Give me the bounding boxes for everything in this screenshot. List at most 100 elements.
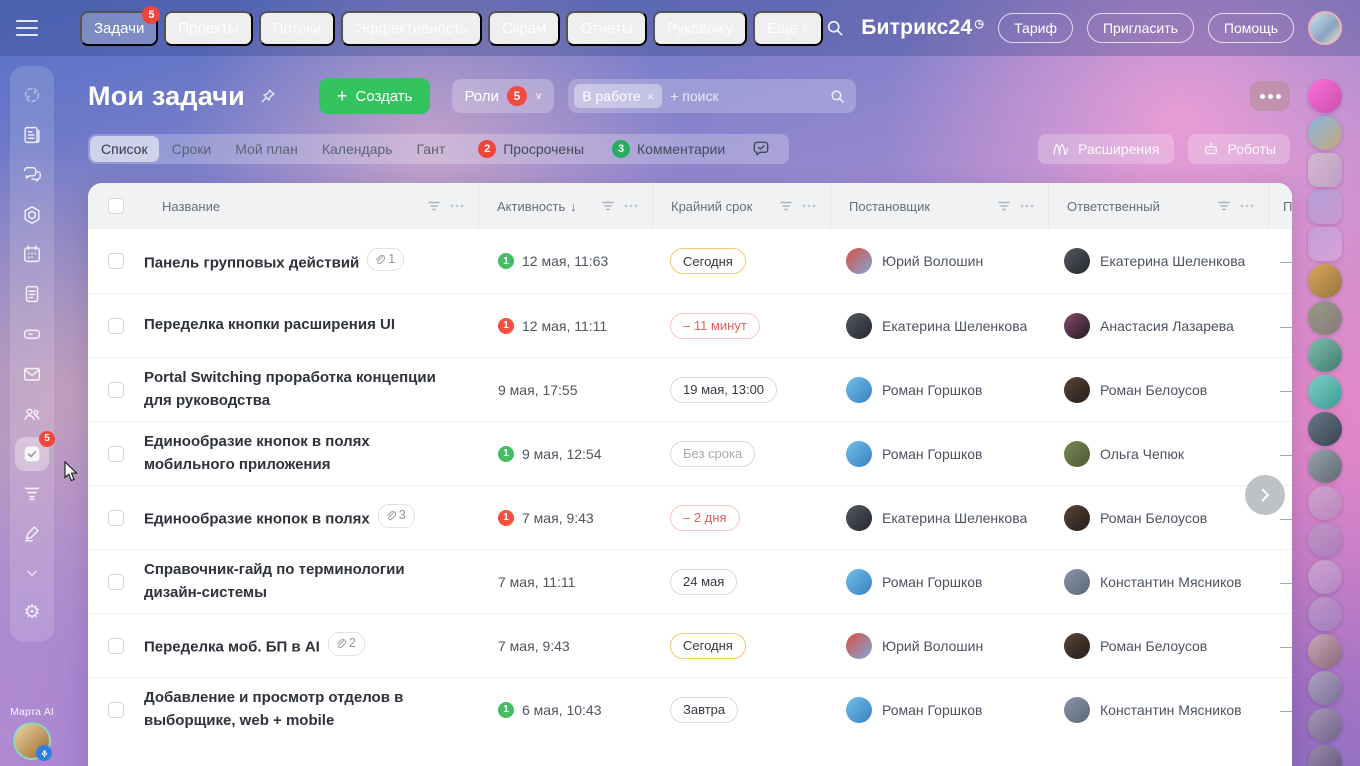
mail-icon[interactable] [15, 357, 49, 391]
topnav-item-3[interactable]: Эффективность [341, 11, 482, 46]
responsible-cell[interactable]: Роман Белоусов [1048, 377, 1268, 403]
topnav-item-6[interactable]: Руковожу [653, 11, 747, 46]
creator-cell[interactable]: Роман Горшков [830, 377, 1048, 403]
filter-chip-in-progress[interactable]: В работе × [574, 84, 662, 108]
tab-0[interactable]: Список [90, 136, 159, 162]
row-checkbox[interactable] [108, 638, 124, 654]
roles-dropdown[interactable]: Роли 5 ∨ [452, 79, 554, 113]
tab-3[interactable]: Календарь [311, 136, 404, 162]
deadline-chip[interactable]: – 11 минут [670, 313, 760, 339]
tab-4[interactable]: Гант [406, 136, 457, 162]
user-avatar[interactable] [1308, 449, 1342, 483]
extensions-button[interactable]: Расширения [1038, 134, 1173, 164]
task-title[interactable]: Панель групповых действий [144, 254, 359, 271]
user-avatar[interactable] [1308, 301, 1342, 335]
documents-icon[interactable] [15, 277, 49, 311]
invite-button[interactable]: Пригласить [1087, 13, 1194, 43]
creator-cell[interactable]: Роман Горшков [830, 697, 1048, 723]
table-row[interactable]: Панель групповых действий1 1 12 мая, 11:… [88, 229, 1292, 293]
user-avatar[interactable] [1308, 671, 1342, 705]
table-row[interactable]: Добавление и просмотр отделов в выборщик… [88, 677, 1292, 741]
filter-icon[interactable] [428, 200, 440, 212]
table-row[interactable]: Единообразие кнопок в полях мобильного п… [88, 421, 1292, 485]
topnav-item-5[interactable]: Отчёты [566, 11, 646, 46]
tasks-icon[interactable]: 5 [15, 437, 49, 471]
table-row[interactable]: Единообразие кнопок в полях3 1 7 мая, 9:… [88, 485, 1292, 549]
creator-cell[interactable]: Екатерина Шеленкова [830, 313, 1048, 339]
user-avatar[interactable] [1308, 745, 1342, 766]
topnav-item-1[interactable]: Проекты [164, 11, 252, 46]
column-header-5[interactable]: П [1268, 183, 1292, 229]
responsible-cell[interactable]: Роман Белоусов [1048, 633, 1268, 659]
topnav-item-7[interactable]: Ещё ∨ [753, 11, 823, 46]
filter-icon[interactable] [780, 200, 792, 212]
user-avatar[interactable] [1308, 338, 1342, 372]
collab-icon[interactable] [15, 198, 49, 232]
deadline-chip[interactable]: Сегодня [670, 633, 746, 659]
crm-icon[interactable] [15, 476, 49, 510]
user-avatar[interactable] [1308, 708, 1342, 742]
table-row[interactable]: Portal Switching проработка концепции дл… [88, 357, 1292, 421]
close-icon[interactable]: × [647, 89, 655, 104]
task-title[interactable]: Переделка моб. БП в AI [144, 638, 320, 655]
comments-filter[interactable]: 3 Комментарии [606, 139, 731, 159]
topnav-item-2[interactable]: Потоки [259, 11, 336, 46]
responsible-cell[interactable]: Ольга Чепюк [1048, 441, 1268, 467]
user-avatar[interactable] [1308, 227, 1342, 261]
creator-cell[interactable]: Юрий Волошин [830, 248, 1048, 274]
copilot-icon[interactable] [15, 78, 49, 112]
user-avatar[interactable] [1308, 523, 1342, 557]
responsible-cell[interactable]: Роман Белоусов [1048, 505, 1268, 531]
tab-1[interactable]: Сроки [161, 136, 223, 162]
overdue-filter[interactable]: 2 Просрочены [472, 139, 590, 159]
tariff-button[interactable]: Тариф [998, 13, 1073, 43]
scroll-right-button[interactable] [1245, 475, 1285, 515]
task-title[interactable]: Переделка кнопки расширения UI [144, 316, 395, 333]
creator-cell[interactable]: Роман Горшков [830, 441, 1048, 467]
deadline-chip[interactable]: Завтра [670, 697, 738, 723]
row-checkbox[interactable] [108, 510, 124, 526]
user-avatar[interactable] [1308, 486, 1342, 520]
column-menu-icon[interactable] [1240, 204, 1254, 208]
user-avatar[interactable] [1308, 597, 1342, 631]
creator-cell[interactable]: Юрий Волошин [830, 633, 1048, 659]
help-button[interactable]: Помощь [1208, 13, 1294, 43]
sign-icon[interactable] [15, 516, 49, 550]
search-icon[interactable] [823, 16, 847, 40]
user-avatar[interactable] [1308, 560, 1342, 594]
column-header-1[interactable]: Активность ↓ [478, 183, 652, 229]
user-avatar[interactable] [1308, 190, 1342, 224]
filter-icon[interactable] [1218, 200, 1230, 212]
column-header-2[interactable]: Крайний срок [652, 183, 830, 229]
user-avatar[interactable] [1308, 375, 1342, 409]
task-title[interactable]: Единообразие кнопок в полях [144, 510, 370, 527]
hamburger-menu-icon[interactable] [16, 20, 38, 36]
task-search-input[interactable]: В работе × + поиск [568, 79, 856, 113]
task-title[interactable]: Справочник-гайд по терминологии дизайн-с… [144, 561, 405, 600]
topnav-item-4[interactable]: Скрам [488, 11, 560, 46]
deadline-chip[interactable]: Сегодня [670, 248, 746, 274]
row-checkbox[interactable] [108, 253, 124, 269]
task-title[interactable]: Portal Switching проработка концепции дл… [144, 369, 436, 408]
column-menu-icon[interactable] [624, 204, 638, 208]
user-avatar[interactable] [1308, 412, 1342, 446]
column-header-4[interactable]: Ответственный [1048, 183, 1268, 229]
feedback-icon[interactable] [745, 138, 777, 160]
filter-icon[interactable] [998, 200, 1010, 212]
filter-icon[interactable] [602, 200, 614, 212]
user-avatar[interactable] [1308, 153, 1342, 187]
row-checkbox[interactable] [108, 446, 124, 462]
tab-2[interactable]: Мой план [224, 136, 309, 162]
settings-gear-icon[interactable]: ⚙ [15, 596, 49, 630]
task-title[interactable]: Единообразие кнопок в полях мобильного п… [144, 433, 370, 472]
user-avatar[interactable] [1308, 264, 1342, 298]
responsible-cell[interactable]: Анастасия Лазарева [1048, 313, 1268, 339]
table-row[interactable]: Переделка кнопки расширения UI 1 12 мая,… [88, 293, 1292, 357]
row-checkbox[interactable] [108, 382, 124, 398]
column-menu-icon[interactable] [802, 204, 816, 208]
table-row[interactable]: Справочник-гайд по терминологии дизайн-с… [88, 549, 1292, 613]
creator-cell[interactable]: Екатерина Шеленкова [830, 505, 1048, 531]
responsible-cell[interactable]: Константин Мясников [1048, 697, 1268, 723]
table-row[interactable]: Переделка моб. БП в AI2 7 мая, 9:43 Сего… [88, 613, 1292, 677]
user-avatar[interactable] [1308, 116, 1342, 150]
